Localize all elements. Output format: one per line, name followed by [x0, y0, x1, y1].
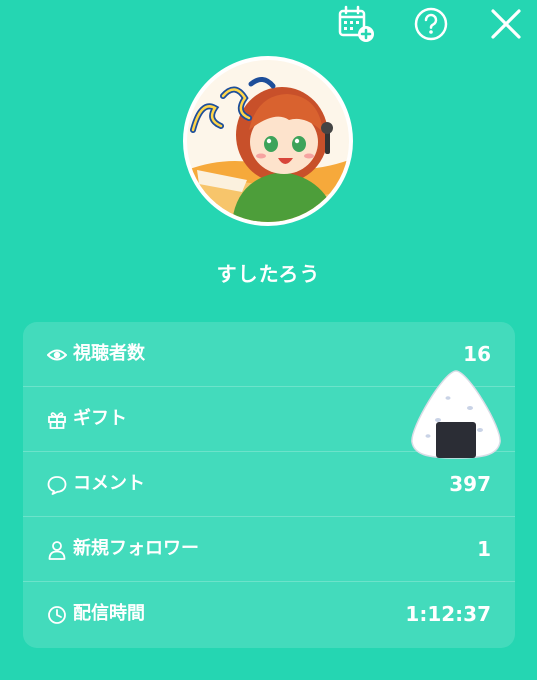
stat-label: 視聴者数 [73, 343, 145, 364]
comment-icon [47, 475, 67, 495]
calendar-add-icon[interactable] [336, 4, 376, 44]
person-icon [47, 540, 67, 560]
close-x-icon[interactable] [486, 4, 526, 44]
avatar[interactable] [183, 56, 353, 226]
onigiri-icon [408, 368, 504, 460]
stat-row-new-followers: 新規フォロワー 1 [23, 517, 515, 582]
username: すしたろう [216, 262, 321, 286]
question-circle-icon[interactable] [411, 4, 451, 44]
header-toolbar [0, 0, 537, 48]
stat-label: 配信時間 [73, 603, 145, 624]
eye-icon [47, 345, 67, 365]
stat-value: 1:12:37 [405, 602, 491, 626]
stat-label: コメント [73, 473, 145, 494]
stat-label: ギフト [73, 408, 127, 429]
stat-value: 1 [477, 537, 491, 561]
stat-row-comments: コメント 397 [23, 452, 515, 517]
stat-label: 新規フォロワー [73, 538, 199, 559]
clock-icon [47, 605, 67, 625]
stat-row-stream-time: 配信時間 1:12:37 [23, 582, 515, 647]
avatar-illustration [187, 60, 349, 222]
stat-value: 16 [463, 342, 491, 366]
stat-value: 397 [449, 472, 491, 496]
gift-icon [47, 410, 67, 430]
